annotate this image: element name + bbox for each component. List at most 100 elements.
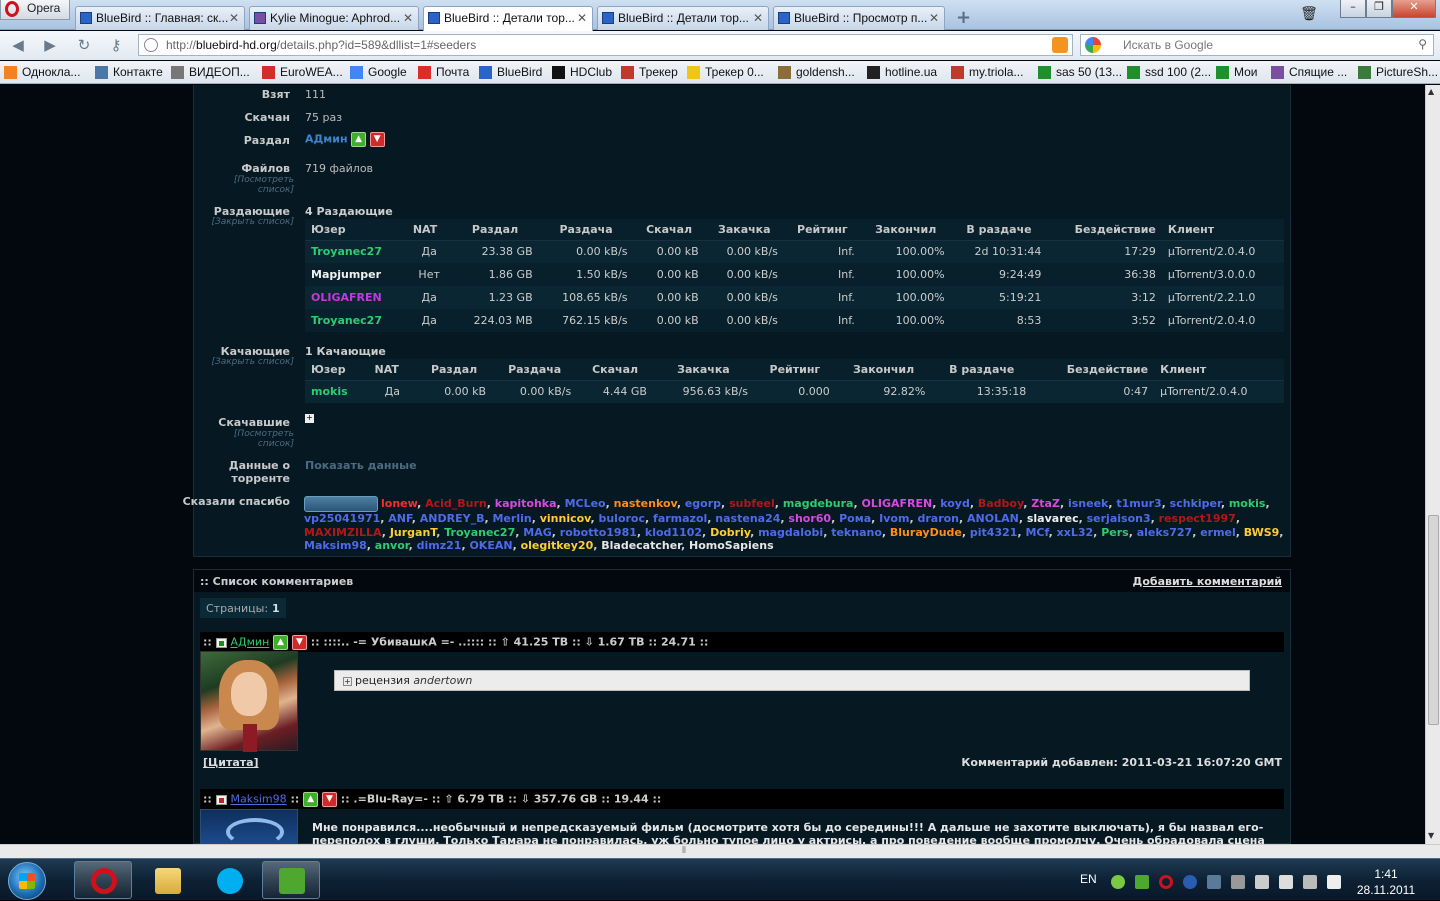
bookmark-item[interactable]: HDClub (552, 65, 612, 79)
thanks-user-link[interactable]: Рома (839, 512, 871, 525)
address-bar[interactable]: http://bluebird-hd.org/details.php?id=58… (138, 34, 1073, 56)
column-header[interactable]: Рейтинг (753, 359, 836, 381)
thanks-user-link[interactable]: nastenkov (614, 497, 677, 510)
thanks-user-link[interactable]: magdalobi (758, 526, 823, 539)
new-tab-plus-icon[interactable]: + (956, 7, 971, 28)
tab-bluebird-view[interactable]: BlueBird :: Просмотр п... ✕ (773, 6, 945, 30)
column-header[interactable]: Раздал (416, 359, 493, 381)
forward-arrow-icon[interactable]: ▶ (40, 36, 60, 54)
thanks-user-link[interactable]: ANF (388, 512, 411, 525)
thanks-user-link[interactable]: klod1102 (645, 526, 702, 539)
thanks-user-link[interactable]: anvor (375, 539, 409, 552)
close-icon[interactable]: ✕ (753, 11, 763, 25)
column-header[interactable]: В раздаче (931, 359, 1033, 381)
thanks-user-link[interactable]: MAG (523, 526, 552, 539)
thanks-user-link[interactable]: nastena24 (715, 512, 780, 525)
column-header[interactable]: Юзер (305, 219, 407, 241)
bookmark-item[interactable]: Контакте (95, 65, 163, 79)
completed-view-list-link[interactable]: [Посмотреть список] (214, 429, 294, 449)
review-spoiler[interactable]: + рецензия andertown (334, 670, 1250, 691)
trash-icon[interactable]: 🗑 (1300, 6, 1318, 24)
thanks-user-link[interactable]: Bladecatcher (601, 539, 681, 552)
thanks-user-link[interactable]: robotto1981 (560, 526, 637, 539)
language-indicator[interactable]: EN (1080, 872, 1097, 886)
thanks-user-link[interactable]: teknano (831, 526, 882, 539)
thanks-user-link[interactable]: Maksim98 (304, 539, 367, 552)
bookmark-item[interactable]: my.triola... (951, 65, 1023, 79)
thanks-user-link[interactable]: aleks727 (1137, 526, 1192, 539)
bookmark-item[interactable]: Однокла... (4, 65, 80, 79)
scroll-up-arrow-icon[interactable]: ▲ (1428, 87, 1434, 96)
thanks-user-link[interactable]: serjaison3 (1087, 512, 1151, 525)
files-view-list-link[interactable]: [Посмотреть список] (214, 175, 294, 195)
thanks-user-link[interactable]: egorp (685, 497, 721, 510)
thanks-user-link[interactable]: ANOLAN (967, 512, 1019, 525)
quote-link[interactable]: [Цитата] (203, 756, 259, 769)
thanks-user-link[interactable]: dimz21 (417, 539, 462, 552)
thanks-user-link[interactable]: t1mur3 (1116, 497, 1161, 510)
peer-username-link[interactable]: mokis (305, 380, 369, 403)
thanks-user-link[interactable]: olegitkey20 (521, 539, 594, 552)
horizontal-scrollbar[interactable]: ⦀ (0, 844, 1440, 858)
thanks-user-link[interactable]: mokis (1229, 497, 1266, 510)
thanks-user-link[interactable]: slavarec (1027, 512, 1079, 525)
thanks-user-link[interactable]: lonew (381, 497, 417, 510)
tray-opera-icon[interactable] (1159, 875, 1173, 889)
peer-username-link[interactable]: Troyanec27 (305, 309, 407, 332)
bookmark-item[interactable]: ВИДЕОП... (171, 65, 250, 79)
column-header[interactable]: Рейтинг (783, 219, 861, 241)
bookmark-item[interactable]: hotline.ua (867, 65, 937, 79)
scroll-down-arrow-icon[interactable]: ▼ (1428, 831, 1434, 840)
thanks-user-link[interactable]: Acid_Burn (425, 497, 487, 510)
close-window-button[interactable]: ✕ (1392, 0, 1436, 18)
column-header[interactable]: Клиент (1161, 219, 1284, 241)
bookmark-item[interactable]: BlueBird (479, 65, 542, 79)
thumbs-down-icon[interactable]: ▼ (321, 792, 337, 807)
scrollbar-grip[interactable]: ⦀ (682, 846, 686, 856)
bookmark-item[interactable]: goldensh... (778, 65, 855, 79)
bookmark-item[interactable]: Мои (1216, 65, 1258, 79)
comment-2-author-link[interactable]: Maksim98 (231, 793, 287, 806)
thanks-user-link[interactable]: ermel (1200, 526, 1236, 539)
tray-utorrent-icon[interactable] (1135, 875, 1149, 889)
say-thanks-button[interactable] (304, 496, 378, 512)
thanks-user-link[interactable]: MCLeo (565, 497, 606, 510)
close-icon[interactable]: ✕ (403, 11, 413, 25)
thanks-user-link[interactable]: BlurayDude (890, 526, 962, 539)
tab-bluebird-details-active[interactable]: BlueBird :: Детали тор... ✕ (423, 6, 593, 31)
tray-device-icon[interactable] (1255, 875, 1269, 889)
volume-icon[interactable] (1327, 875, 1341, 889)
column-header[interactable]: Закачка (704, 219, 784, 241)
comment-1-author-link[interactable]: АДмин (231, 636, 270, 649)
thanks-user-link[interactable]: Badboy (978, 497, 1023, 510)
thumbs-up-icon[interactable]: ▲ (303, 792, 319, 807)
thanks-user-link[interactable]: Pers (1101, 526, 1129, 539)
thumbs-down-icon[interactable]: ▼ (369, 132, 385, 147)
rss-feed-icon[interactable] (1052, 37, 1068, 53)
thanks-user-link[interactable]: schkiper (1170, 497, 1221, 510)
column-header[interactable]: Раздача (492, 359, 578, 381)
bookmark-item[interactable]: Спящие ... (1271, 65, 1347, 79)
thanks-user-link[interactable]: kapitohka (495, 497, 557, 510)
scrollbar-thumb[interactable] (1428, 515, 1439, 725)
tab-bluebird-details[interactable]: BlueBird :: Детали тор... ✕ (597, 6, 769, 30)
minimize-button[interactable]: – (1340, 0, 1366, 18)
thanks-user-link[interactable]: vp25041971 (304, 512, 380, 525)
bookmark-item[interactable]: Почта (418, 65, 469, 79)
thanks-user-link[interactable]: JurganT (390, 526, 436, 539)
column-header[interactable]: Клиент (1154, 359, 1284, 381)
thanks-user-link[interactable]: shor60 (788, 512, 831, 525)
column-header[interactable]: Раздал (451, 219, 539, 241)
taskbar-clock[interactable]: 1:41 28.11.2011 (1356, 866, 1416, 898)
tab-bluebird-main[interactable]: BlueBird :: Главная: ск... ✕ (75, 6, 245, 30)
thanks-user-link[interactable]: ANDREY_B (420, 512, 485, 525)
key-icon[interactable]: ⚷ (106, 36, 126, 54)
thanks-user-link[interactable]: Dobriy (710, 526, 750, 539)
uploader-link[interactable]: АДмин (305, 133, 348, 146)
thanks-user-link[interactable]: xxL32 (1057, 526, 1094, 539)
peer-username-link[interactable]: Troyanec27 (305, 240, 407, 263)
thanks-user-link[interactable]: OKEAN (469, 539, 512, 552)
column-header[interactable]: Закачка (652, 359, 754, 381)
column-header[interactable]: NAT (406, 219, 452, 241)
close-icon[interactable]: ✕ (929, 11, 939, 25)
